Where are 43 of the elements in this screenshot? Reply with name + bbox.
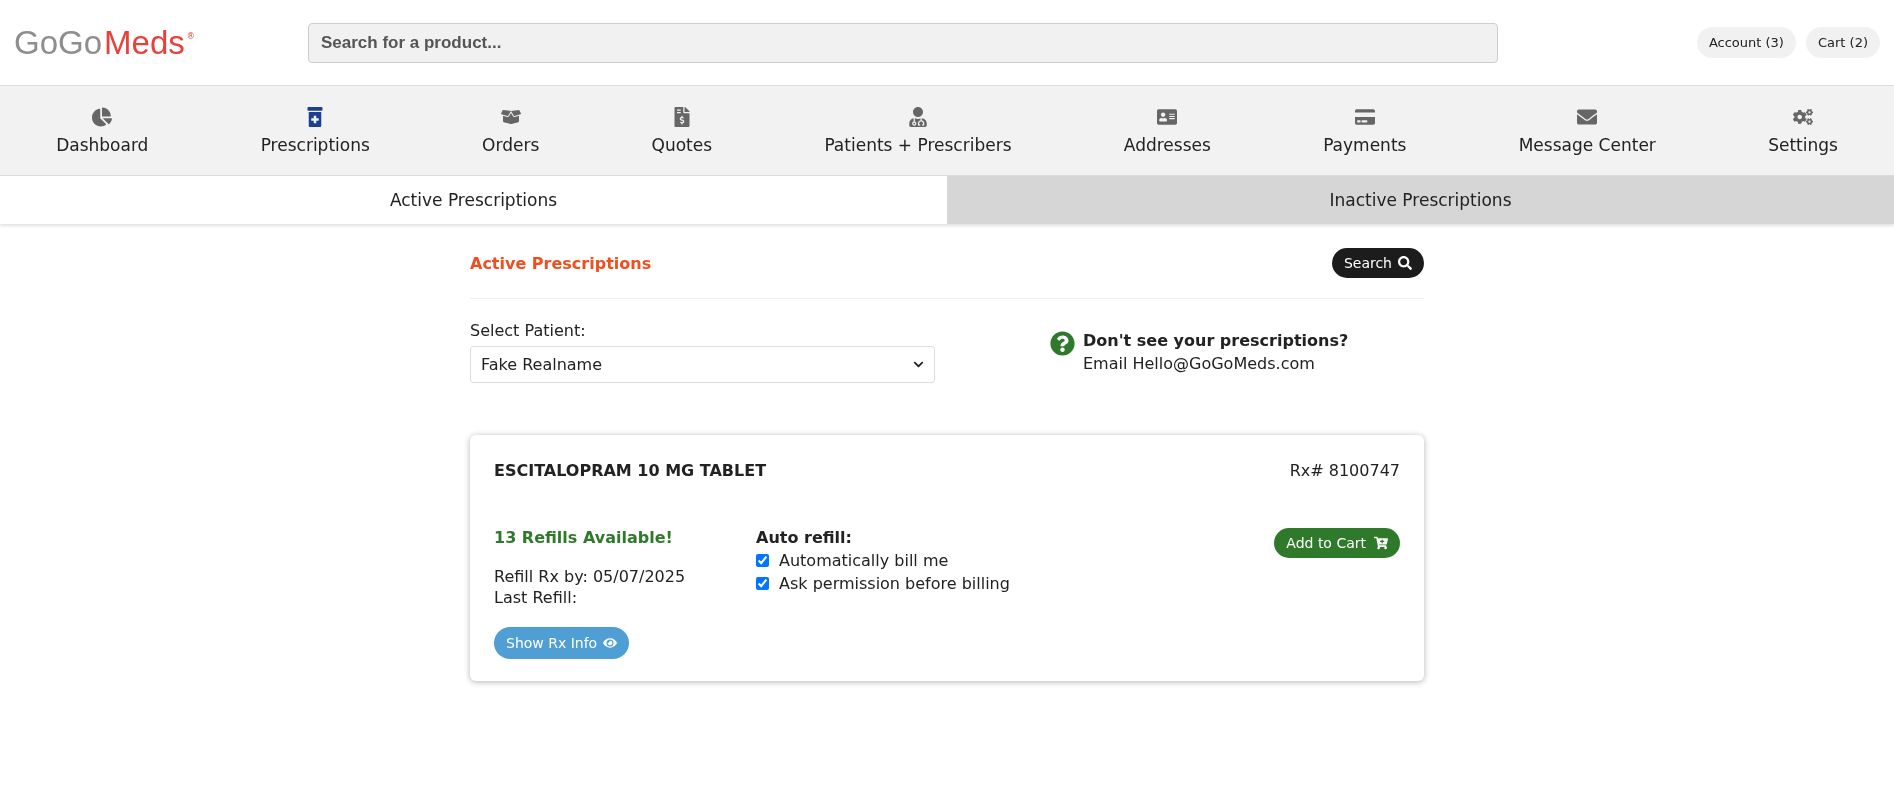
tab[interactable]: Active Prescriptions (0, 176, 947, 224)
help-text: Email Hello@GoGoMeds.com (1083, 354, 1316, 373)
search-button[interactable]: Search (1331, 248, 1424, 278)
cart-icon (1374, 536, 1388, 550)
account-button[interactable]: Account (3) (1696, 27, 1796, 58)
refill-by: Refill Rx by: 05/07/2025 (494, 567, 687, 586)
section-title: Active Prescriptions (470, 254, 652, 273)
nav-item[interactable]: Patients + Prescribers (824, 106, 1012, 155)
nav-item[interactable]: Payments (1323, 106, 1407, 155)
patient-select[interactable]: Fake Realname (470, 346, 935, 383)
search-icon (1398, 256, 1412, 270)
checkbox[interactable] (756, 554, 769, 567)
auto-refill-label: Auto refill: (756, 528, 853, 547)
nav-item[interactable]: Dashboard (56, 106, 149, 155)
refills-available: 13 Refills Available! (494, 528, 674, 547)
nav-item[interactable]: Quotes (651, 106, 713, 155)
pie-chart-icon (92, 106, 113, 127)
drug-name: ESCITALOPRAM 10 MG TABLET (494, 461, 767, 480)
doctor-icon (907, 106, 928, 127)
last-refill: Last Refill: (494, 588, 578, 607)
credit-card-icon (1354, 106, 1375, 127)
gears-icon (1793, 106, 1813, 127)
field-label: Select Patient: (470, 321, 587, 340)
add-to-cart-button[interactable]: Add to Cart (1274, 528, 1400, 558)
nav-item[interactable]: Addresses (1123, 106, 1211, 155)
search-field[interactable]: Search for a product... (308, 22, 1498, 63)
checkbox-label: Automatically bill me (779, 551, 949, 570)
eye-icon (603, 636, 618, 650)
question-icon (1050, 331, 1075, 356)
nav-item[interactable]: Prescriptions (260, 106, 370, 155)
nav-item[interactable]: Orders (482, 106, 540, 155)
rx-number: Rx# 8100747 (1289, 461, 1400, 480)
tab[interactable]: Inactive Prescriptions (947, 176, 1894, 224)
cart-button[interactable]: Cart (2) (1805, 27, 1880, 58)
nav-item[interactable]: Settings (1768, 106, 1838, 155)
pill-bottle-icon (305, 106, 326, 127)
logo: GoGoMeds® (14, 23, 196, 62)
checkbox-label: Ask permission before billing (779, 574, 1010, 593)
nav-item[interactable]: Message Center (1518, 106, 1656, 155)
address-card-icon (1157, 106, 1178, 127)
chevron-icon (913, 359, 924, 370)
checkbox[interactable] (756, 577, 769, 590)
help-title: Don't see your prescriptions? (1083, 331, 1349, 350)
